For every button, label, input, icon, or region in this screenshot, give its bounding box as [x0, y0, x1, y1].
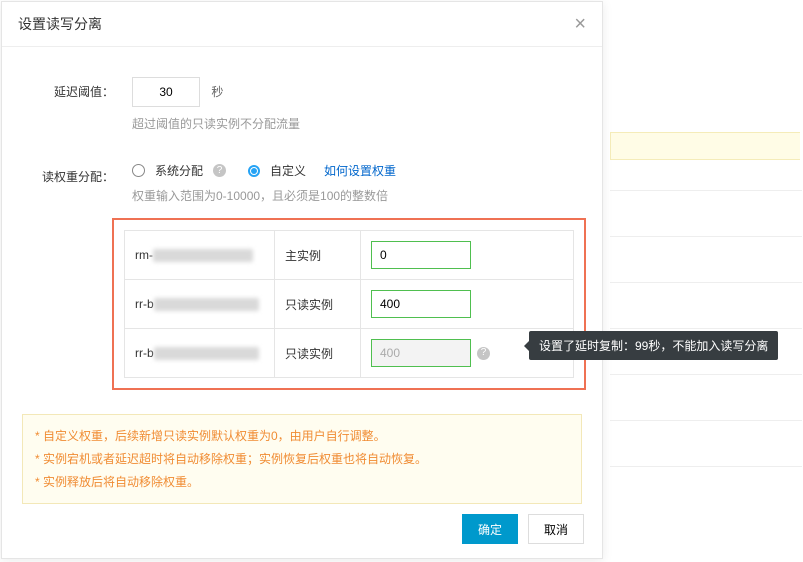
- weight-row: 读权重分配： 系统分配 ? 自定义 如何设置权重 权重输入范围为0-10000，…: [22, 162, 582, 390]
- background-line: [610, 374, 802, 375]
- help-icon[interactable]: ?: [213, 164, 226, 177]
- background-stripe: [610, 132, 800, 160]
- instance-type-cell: 只读实例: [275, 280, 361, 328]
- threshold-unit: 秒: [211, 85, 223, 99]
- threshold-input[interactable]: [132, 77, 200, 107]
- threshold-row: 延迟阈值： 秒 超过阈值的只读实例不分配流量: [22, 77, 582, 132]
- modal-dialog: 设置读写分离 × 延迟阈值： 秒 超过阈值的只读实例不分配流量 读权重分配： 系…: [1, 1, 603, 559]
- note-line: * 自定义权重，后续新增只读实例默认权重为0，由用户自行调整。: [35, 425, 569, 448]
- instance-id-cell: rr-b: [125, 280, 275, 328]
- modal-footer: 确定 取消: [462, 514, 584, 544]
- modal-body: 延迟阈值： 秒 超过阈值的只读实例不分配流量 读权重分配： 系统分配 ? 自定义…: [2, 47, 602, 514]
- instance-prefix: rm-: [135, 248, 153, 262]
- radio-system[interactable]: [132, 164, 145, 177]
- background-line: [610, 236, 802, 237]
- background-line: [610, 282, 802, 283]
- radio-custom[interactable]: [248, 165, 260, 177]
- blurred-id: [154, 298, 259, 311]
- table-row: rr-b 只读实例: [125, 280, 573, 329]
- weight-table-box: rm- 主实例 rr-b 只读实例: [112, 218, 586, 390]
- radio-system-label: 系统分配: [155, 162, 203, 179]
- close-icon[interactable]: ×: [574, 14, 586, 34]
- instance-type-cell: 主实例: [275, 231, 361, 279]
- note-line: * 实例释放后将自动移除权重。: [35, 471, 569, 494]
- ok-button[interactable]: 确定: [462, 514, 518, 544]
- weight-input[interactable]: [371, 241, 471, 269]
- note-line: * 实例宕机或者延迟超时将自动移除权重；实例恢复后权重也将自动恢复。: [35, 448, 569, 471]
- weight-input-disabled: [371, 339, 471, 367]
- instance-type-cell: 只读实例: [275, 329, 361, 377]
- instance-prefix: rr-b: [135, 297, 154, 311]
- cancel-button[interactable]: 取消: [528, 514, 584, 544]
- background-line: [610, 466, 802, 467]
- table-row: rm- 主实例: [125, 231, 573, 280]
- background-line: [610, 420, 802, 421]
- blurred-id: [153, 249, 253, 262]
- threshold-help: 超过阈值的只读实例不分配流量: [132, 115, 582, 132]
- weight-range-help: 权重输入范围为0-10000，且必须是100的整数倍: [132, 187, 582, 204]
- background-line: [610, 328, 802, 329]
- threshold-label: 延迟阈值：: [22, 77, 132, 132]
- notes-box: * 自定义权重，后续新增只读实例默认权重为0，由用户自行调整。 * 实例宕机或者…: [22, 414, 582, 504]
- modal-title: 设置读写分离: [18, 14, 102, 34]
- radio-custom-label: 自定义: [270, 162, 306, 179]
- table-row: rr-b 只读实例 ?: [125, 329, 573, 377]
- modal-header: 设置读写分离 ×: [2, 2, 602, 47]
- instance-id-cell: rm-: [125, 231, 275, 279]
- background-line: [610, 190, 802, 191]
- instance-prefix: rr-b: [135, 346, 154, 360]
- instance-id-cell: rr-b: [125, 329, 275, 377]
- help-icon[interactable]: ?: [477, 347, 490, 360]
- weight-input[interactable]: [371, 290, 471, 318]
- weight-table: rm- 主实例 rr-b 只读实例: [124, 230, 574, 378]
- blurred-id: [154, 347, 259, 360]
- weight-help-link[interactable]: 如何设置权重: [324, 162, 396, 179]
- tooltip: 设置了延时复制：99秒，不能加入读写分离: [529, 331, 778, 360]
